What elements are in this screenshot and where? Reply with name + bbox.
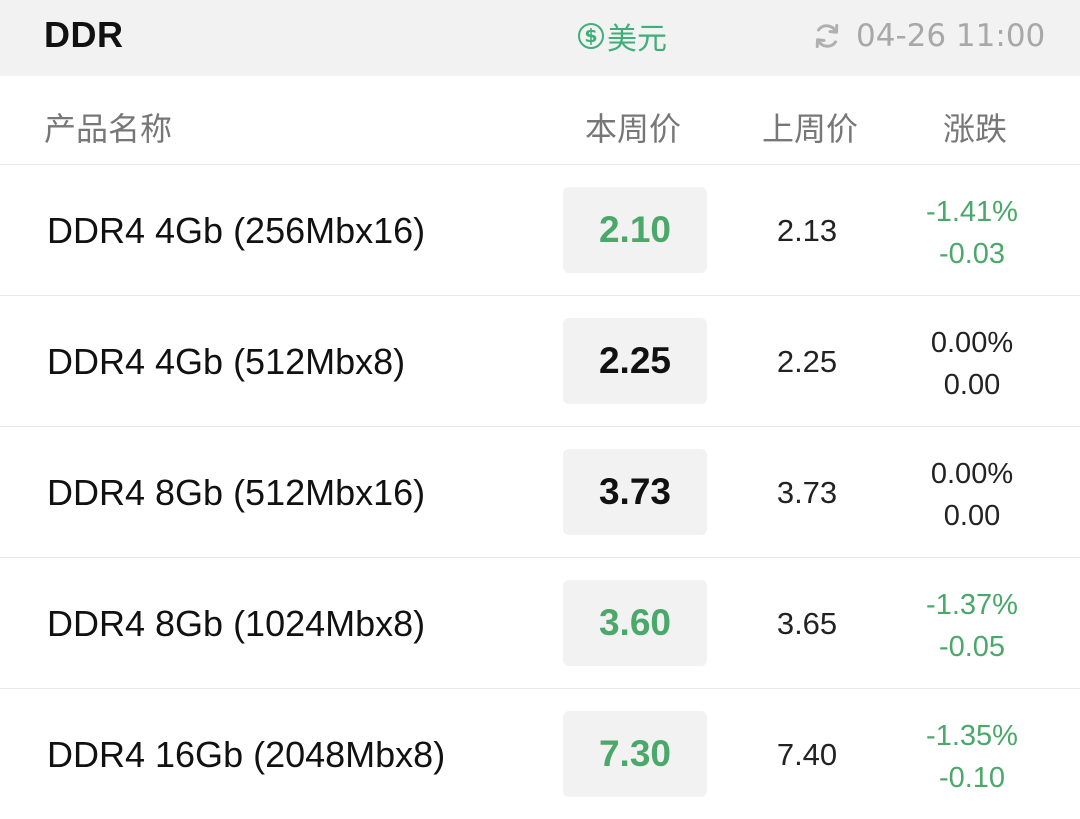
this-week-price: 2.10	[563, 187, 707, 273]
currency-toggle[interactable]: $ 美元	[578, 18, 667, 57]
change-percent: -1.35%	[926, 720, 1018, 752]
product-name: DDR4 16Gb (2048Mbx8)	[47, 734, 446, 775]
table-row[interactable]: DDR4 16Gb (2048Mbx8) 7.30 7.40 -1.35% -0…	[0, 689, 1080, 819]
last-week-price: 2.13	[776, 213, 838, 248]
change-percent: 0.00%	[930, 458, 1014, 490]
last-week-price: 3.73	[776, 475, 838, 510]
page-title: DDR	[44, 14, 124, 55]
change-amount: -0.10	[938, 762, 1006, 794]
price-change: -1.35% -0.10	[905, 715, 1039, 799]
column-header-this-week[interactable]: 本周价	[585, 104, 681, 150]
change-percent: -1.37%	[926, 589, 1018, 621]
product-name: DDR4 8Gb (512Mbx16)	[47, 472, 426, 513]
product-name: DDR4 8Gb (1024Mbx8)	[47, 603, 426, 644]
table-header: 产品名称 本周价 上周价 涨跌	[0, 76, 1080, 165]
table-row[interactable]: DDR4 4Gb (512Mbx8) 2.25 2.25 0.00% 0.00	[0, 296, 1080, 427]
price-change: -1.37% -0.05	[905, 584, 1039, 668]
updated-time: 04-26 11:00	[856, 18, 1046, 54]
this-week-price: 3.60	[563, 580, 707, 666]
price-change: -1.41% -0.03	[905, 191, 1039, 275]
change-percent: -1.41%	[926, 196, 1018, 228]
last-week-price: 2.25	[776, 344, 838, 379]
column-header-name[interactable]: 产品名称	[44, 104, 172, 150]
product-name: DDR4 4Gb (512Mbx8)	[47, 341, 406, 382]
product-name: DDR4 4Gb (256Mbx16)	[47, 210, 426, 251]
price-change: 0.00% 0.00	[905, 322, 1039, 406]
last-week-price: 3.65	[776, 606, 838, 641]
this-week-price: 2.25	[563, 318, 707, 404]
update-info: 04-26 11:00	[812, 18, 1045, 54]
price-change: 0.00% 0.00	[905, 453, 1039, 537]
change-amount: -0.05	[938, 631, 1006, 663]
this-week-price: 7.30	[563, 711, 707, 797]
change-amount: 0.00	[943, 369, 1001, 401]
table-row[interactable]: DDR4 4Gb (256Mbx16) 2.10 2.13 -1.41% -0.…	[0, 165, 1080, 296]
last-week-price: 7.40	[776, 737, 838, 772]
top-bar: DDR $ 美元 04-26 11:00	[0, 0, 1080, 76]
change-percent: 0.00%	[930, 327, 1014, 359]
column-header-change[interactable]: 涨跌	[943, 104, 1007, 150]
refresh-icon[interactable]	[812, 21, 842, 51]
table-row[interactable]: DDR4 8Gb (1024Mbx8) 3.60 3.65 -1.37% -0.…	[0, 558, 1080, 689]
this-week-price: 3.73	[563, 449, 707, 535]
change-amount: -0.03	[938, 238, 1006, 270]
table-row[interactable]: DDR4 8Gb (512Mbx16) 3.73 3.73 0.00% 0.00	[0, 427, 1080, 558]
change-amount: 0.00	[943, 500, 1001, 532]
price-list: DDR4 4Gb (256Mbx16) 2.10 2.13 -1.41% -0.…	[0, 165, 1080, 819]
currency-label: 美元	[607, 22, 667, 57]
column-header-last-week[interactable]: 上周价	[762, 104, 858, 150]
dollar-coin-icon: $	[578, 23, 604, 49]
